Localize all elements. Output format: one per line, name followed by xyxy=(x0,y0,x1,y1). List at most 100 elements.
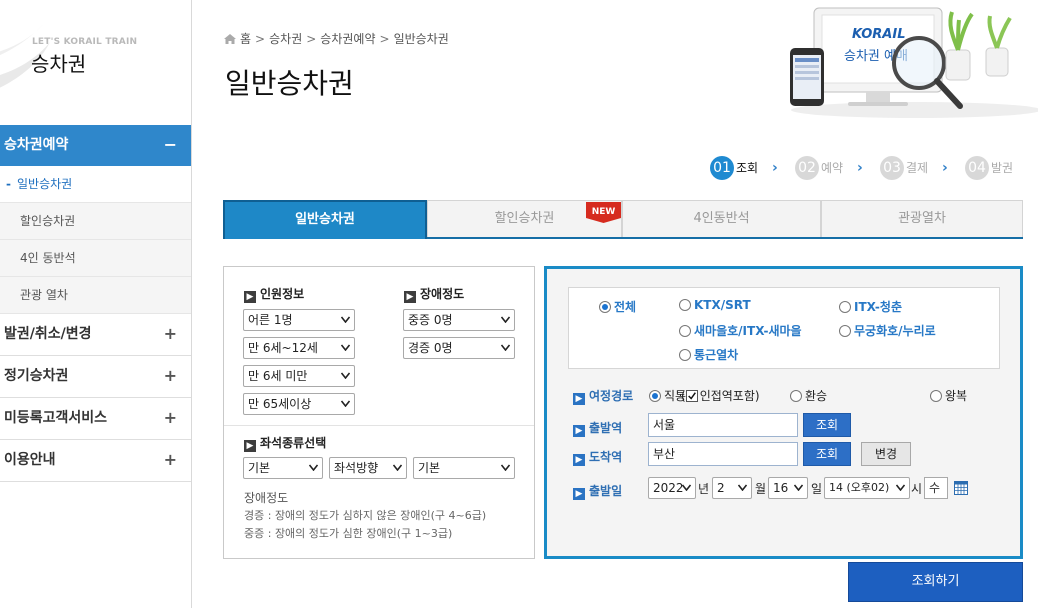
sidebar-subitem-tour-train[interactable]: 관광 열차 xyxy=(0,277,191,314)
tab-family-seat[interactable]: 4인동반석 xyxy=(622,200,821,237)
breadcrumb-separator: > xyxy=(255,32,266,46)
train-type-itx-cheongchun-radio[interactable]: ITX-청춘 xyxy=(839,298,902,315)
arrow-bullet-icon: ▶ xyxy=(573,454,585,466)
child-count-select[interactable]: 만 6세~12세 xyxy=(243,337,355,359)
train-type-saemaul-radio[interactable]: 새마을호/ITX-새마을 xyxy=(679,322,802,339)
home-icon[interactable] xyxy=(224,34,236,44)
step-payment: 03 결제 xyxy=(880,156,928,180)
route-nearby-checkbox-label[interactable]: (인접역포함) xyxy=(681,387,760,404)
sidebar-item-issue-cancel[interactable]: 발권/취소/변경 + xyxy=(0,314,191,356)
chevron-down-icon xyxy=(341,316,350,323)
sidebar-subitem-discount-ticket[interactable]: 할인승차권 xyxy=(0,203,191,240)
arrival-label: ▶ 도착역 xyxy=(573,448,622,466)
passenger-info-label: ▶ 인원정보 xyxy=(244,285,304,303)
month-select[interactable]: 2 xyxy=(712,477,752,499)
train-type-mugunghwa-radio[interactable]: 무궁화호/누리로 xyxy=(839,322,936,339)
search-submit-button[interactable]: 조회하기 xyxy=(848,562,1023,602)
disability-note-severe: 중증 : 장애의 정도가 심한 장애인(구 1~3급) xyxy=(244,527,453,540)
adult-count-select[interactable]: 어른 1명 xyxy=(243,309,355,331)
route-roundtrip-radio[interactable]: 왕복 xyxy=(930,387,967,404)
train-type-all-radio[interactable]: 전체 xyxy=(599,298,636,315)
chevron-down-icon xyxy=(393,464,402,471)
divider xyxy=(224,425,534,426)
chevron-down-icon xyxy=(341,344,350,351)
day-select[interactable]: 16 xyxy=(768,477,808,499)
sidebar-header: LET'S KORAIL TRAIN 승차권 xyxy=(0,0,191,125)
day-unit: 일 xyxy=(811,482,823,496)
radio-off-icon xyxy=(679,299,691,311)
sidebar-item-usage-guide[interactable]: 이용안내 + xyxy=(0,440,191,482)
sidebar-eng-title: LET'S KORAIL TRAIN xyxy=(32,37,138,47)
disability-note-mild: 경증 : 장애의 정도가 심하지 않은 장애인(구 4~6급) xyxy=(244,509,487,522)
radio-off-icon xyxy=(930,390,942,402)
sidebar-subitem-family-seat[interactable]: 4인 동반석 xyxy=(0,240,191,277)
sidebar-item-guest-service[interactable]: 미등록고객서비스 + xyxy=(0,398,191,440)
chevron-down-icon xyxy=(341,400,350,407)
infant-count-select[interactable]: 만 6세 미만 xyxy=(243,365,355,387)
step-label: 조회 xyxy=(736,161,759,175)
radio-off-icon xyxy=(839,301,851,313)
step-issue: 04 발권 xyxy=(965,156,1013,180)
departure-search-button[interactable]: 조회 xyxy=(803,413,851,437)
sidebar-title: 승차권 xyxy=(31,52,87,76)
step-search: 01 조회 xyxy=(710,156,758,180)
hour-select[interactable]: 14 (오후02) xyxy=(824,477,910,499)
severe-disability-select[interactable]: 중증 0명 xyxy=(403,309,515,331)
arrow-bullet-icon: ▶ xyxy=(404,291,416,303)
train-type-box: 전체 KTX/SRT ITX-청춘 새마을호/ITX-새마을 무궁화호/누리로 … xyxy=(568,287,1000,369)
seat-position-select[interactable]: 기본 xyxy=(413,457,515,479)
sidebar-item-ticket-reservation[interactable]: 승차권예약 − xyxy=(0,125,191,167)
search-panel: 전체 KTX/SRT ITX-청춘 새마을호/ITX-새마을 무궁화호/누리로 … xyxy=(544,266,1023,559)
breadcrumb-separator: > xyxy=(379,32,390,46)
ticket-tabs: 일반승차권 할인승차권 4인동반석 관광열차 xyxy=(223,200,1023,239)
hero-logo: KORAIL xyxy=(852,27,906,42)
seat-type-select[interactable]: 기본 xyxy=(243,457,323,479)
arrow-bullet-icon: ▶ xyxy=(573,393,585,405)
checkbox-checked-icon[interactable] xyxy=(685,390,698,402)
sidebar-item-label: 미등록고객서비스 xyxy=(4,410,108,426)
breadcrumb-current: 일반승차권 xyxy=(393,32,449,46)
departure-date-label: ▶ 출발일 xyxy=(573,482,622,500)
breadcrumb-home[interactable]: 홈 xyxy=(240,32,251,46)
sidebar-item-label: 이용안내 xyxy=(4,452,56,468)
sidebar-subitem-label: 할인승차권 xyxy=(20,214,76,228)
seat-direction-select[interactable]: 좌석방향 xyxy=(329,457,407,479)
tab-general-ticket[interactable]: 일반승차권 xyxy=(223,200,427,239)
route-transfer-radio[interactable]: 환승 xyxy=(790,387,827,404)
arrival-station-input[interactable]: 부산 xyxy=(648,442,798,466)
year-select[interactable]: 2022 xyxy=(648,477,696,499)
breadcrumb-ticket[interactable]: 승차권 xyxy=(269,32,302,46)
step-number: 03 xyxy=(880,156,904,180)
step-label: 예약 xyxy=(821,161,844,175)
disability-note-title: 장애정도 xyxy=(244,491,289,505)
senior-count-select[interactable]: 만 65세이상 xyxy=(243,393,355,415)
sidebar-item-season-ticket[interactable]: 정기승차권 + xyxy=(0,356,191,398)
expand-icon: + xyxy=(163,366,177,385)
radio-on-icon xyxy=(599,301,611,313)
sidebar-subitem-label: 일반승차권 xyxy=(16,177,73,191)
passenger-panel: ▶ 인원정보 ▶ 장애정도 어른 1명 만 6세~12세 만 6세 미만 만 65세… xyxy=(223,266,535,559)
sidebar-subitem-label: 관광 열차 xyxy=(20,288,68,302)
expand-icon: + xyxy=(163,408,177,427)
sidebar-item-label: 승차권예약 xyxy=(4,137,69,153)
chevron-down-icon xyxy=(794,484,803,491)
breadcrumb-reservation[interactable]: 승차권예약 xyxy=(320,32,375,46)
sidebar: LET'S KORAIL TRAIN 승차권 승차권예약 − - 일반승차권 할인… xyxy=(0,0,192,608)
step-arrow-icon: › xyxy=(857,160,863,176)
arrival-search-button[interactable]: 조회 xyxy=(803,442,851,466)
radio-off-icon xyxy=(839,325,851,337)
train-type-ktx-radio[interactable]: KTX/SRT xyxy=(679,298,751,312)
sidebar-subitem-general-ticket[interactable]: - 일반승차권 xyxy=(0,166,191,203)
arrow-bullet-icon: ▶ xyxy=(573,425,585,437)
weekday-field: 수 xyxy=(924,477,948,499)
swap-stations-button[interactable]: 변경 xyxy=(861,442,911,466)
train-type-commuter-radio[interactable]: 통근열차 xyxy=(679,346,738,363)
hour-unit: 시 xyxy=(911,482,923,496)
tab-tour-train[interactable]: 관광열차 xyxy=(821,200,1023,237)
step-number: 01 xyxy=(710,156,734,180)
step-number: 04 xyxy=(965,156,989,180)
calendar-icon[interactable] xyxy=(954,481,968,495)
breadcrumb-separator: > xyxy=(306,32,317,46)
departure-station-input[interactable]: 서울 xyxy=(648,413,798,437)
mild-disability-select[interactable]: 경증 0명 xyxy=(403,337,515,359)
